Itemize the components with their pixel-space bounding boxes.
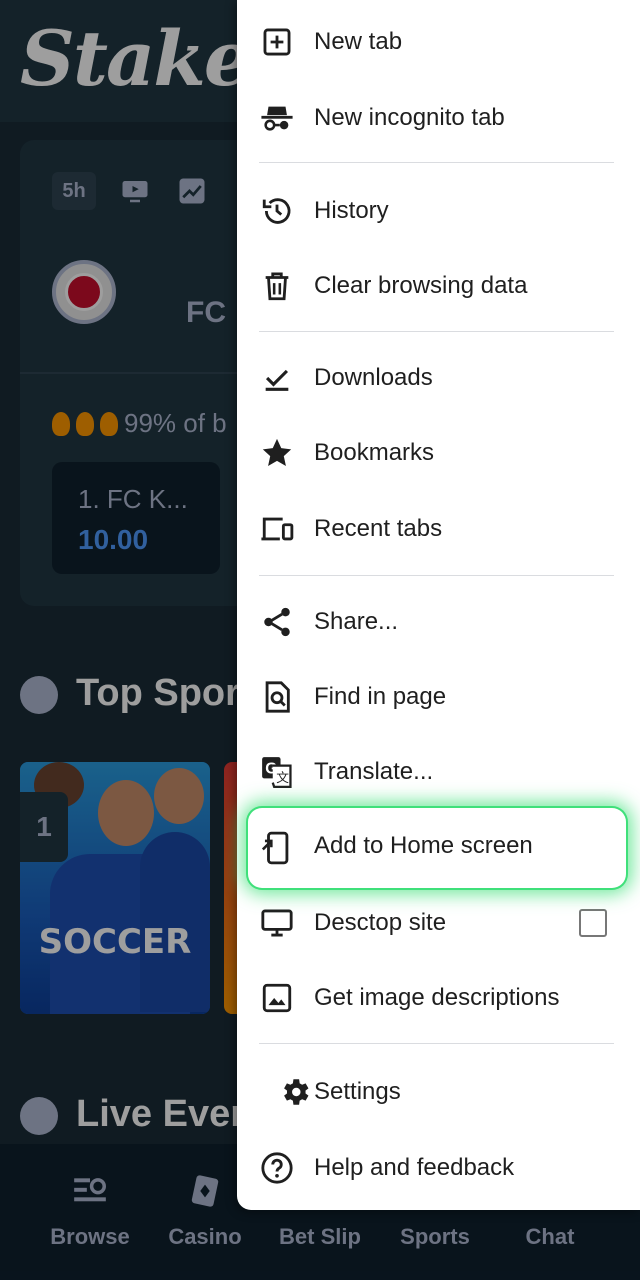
menu-item-label: Find in page xyxy=(314,682,447,710)
menu-item-label: Help and feedback xyxy=(314,1153,515,1181)
desktop-site-checkbox[interactable] xyxy=(579,908,607,937)
monitor-icon xyxy=(259,905,295,941)
gear-icon xyxy=(277,1074,313,1110)
menu-item-label: Desctop site xyxy=(314,908,447,936)
menu-item-translate[interactable]: G文 Translate... xyxy=(237,734,640,809)
menu-item-new-tab[interactable]: New tab xyxy=(237,4,640,79)
menu-item-desktop-site[interactable]: Desctop site xyxy=(237,885,640,960)
menu-item-history[interactable]: History xyxy=(237,173,640,248)
history-icon xyxy=(259,193,295,229)
menu-item-label: New incognito tab xyxy=(314,103,505,131)
browser-overflow-menu: New tab New incognito tab History Clear … xyxy=(237,0,640,1210)
menu-divider xyxy=(259,331,614,332)
menu-item-label: New tab xyxy=(314,27,403,55)
menu-item-label: Share... xyxy=(314,607,399,635)
menu-item-recent-tabs[interactable]: Recent tabs xyxy=(237,491,640,566)
share-icon xyxy=(259,604,295,640)
menu-item-label: Get image descriptions xyxy=(314,983,560,1011)
trash-icon xyxy=(259,268,295,304)
menu-item-downloads[interactable]: Downloads xyxy=(237,340,640,415)
menu-item-label: Add to Home screen xyxy=(314,832,533,859)
menu-item-label: History xyxy=(314,196,389,224)
svg-text:文: 文 xyxy=(276,770,289,785)
menu-divider xyxy=(259,162,614,163)
add-to-home-icon xyxy=(259,830,295,866)
menu-divider xyxy=(259,1043,614,1044)
translate-icon: G文 xyxy=(259,754,295,790)
download-icon xyxy=(259,360,295,396)
devices-icon xyxy=(259,511,295,547)
incognito-icon xyxy=(259,100,295,136)
menu-item-help-and-feedback[interactable]: Help and feedback xyxy=(237,1130,640,1205)
menu-item-bookmarks[interactable]: Bookmarks xyxy=(237,415,640,490)
menu-item-get-image-descriptions[interactable]: Get image descriptions xyxy=(237,960,640,1035)
menu-item-new-incognito-tab[interactable]: New incognito tab xyxy=(237,80,640,155)
menu-item-settings[interactable]: Settings xyxy=(237,1054,640,1129)
menu-divider xyxy=(259,575,614,576)
menu-item-share[interactable]: Share... xyxy=(237,584,640,659)
menu-item-add-to-home-screen[interactable]: Add to Home screen xyxy=(248,808,626,888)
menu-item-clear-browsing-data[interactable]: Clear browsing data xyxy=(237,248,640,323)
menu-item-label: Recent tabs xyxy=(314,514,443,542)
menu-item-label: Translate... xyxy=(314,757,434,785)
menu-item-find-in-page[interactable]: Find in page xyxy=(237,659,640,734)
menu-item-label: Settings xyxy=(314,1077,401,1105)
menu-item-label: Bookmarks xyxy=(314,438,435,466)
find-in-page-icon xyxy=(259,679,295,715)
help-icon xyxy=(259,1150,295,1186)
menu-item-label: Downloads xyxy=(314,363,433,391)
menu-item-label: Clear browsing data xyxy=(314,271,528,299)
star-icon xyxy=(259,435,295,471)
image-icon xyxy=(259,980,295,1016)
plus-box-icon xyxy=(259,24,295,60)
